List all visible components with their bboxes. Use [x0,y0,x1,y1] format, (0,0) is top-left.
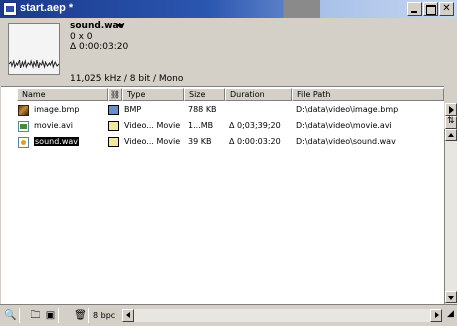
scroll-right-button[interactable] [430,309,442,322]
close-button[interactable]: ✕ [439,2,454,16]
horizontal-scrollbar[interactable] [122,309,442,322]
find-icon[interactable]: 🔍 [3,308,18,323]
item-duration: Δ 0:00:03:20 [229,137,281,146]
sound-file-icon [18,137,29,148]
bottom-toolbar: 🔍 🗀 ▣ 🗑 8 bpc [0,304,457,326]
resize-grip-icon[interactable]: ◢ [444,307,457,322]
scroll-left-button[interactable] [122,309,134,322]
item-path: D:\data\video\image.bmp [296,105,399,114]
item-duration: Δ 0;03;39;20 [229,121,281,130]
item-name: sound.wav [34,137,80,146]
project-icon [3,2,17,16]
item-type: Video... Movie [124,137,181,146]
bit-depth-button[interactable]: 8 bpc [93,308,115,323]
vertical-scrollbar[interactable] [444,129,457,304]
new-folder-icon[interactable]: 🗀 [28,308,43,323]
trash-icon[interactable]: 🗑 [73,308,88,323]
scroll-down-button[interactable] [445,291,457,303]
selected-item-dimensions: 0 x 0 [70,32,93,42]
item-size: 788 KB [188,105,217,114]
item-path: D:\data\video\movie.avi [296,121,392,130]
image-file-icon [18,105,29,116]
table-row[interactable]: sound.wav Video... Movie 39 KB Δ 0:00:03… [1,135,444,150]
preview-thumbnail [8,23,60,75]
selected-item-duration: Δ 0:00:03:20 [70,42,129,52]
new-composition-icon[interactable]: ▣ [43,308,58,323]
column-header-file-path[interactable]: File Path [292,88,444,101]
item-type: Video... Movie [124,121,181,130]
scroll-up-button[interactable] [445,129,457,141]
item-name-selected: sound.wav [34,137,80,146]
label-color-swatch[interactable] [108,121,119,131]
minimize-button[interactable] [407,2,422,16]
table-row[interactable]: movie.avi Video... Movie 1...MB Δ 0;03;3… [1,119,444,134]
item-type: BMP [124,105,142,114]
sort-toggle-button[interactable] [445,116,457,129]
item-name: image.bmp [34,105,80,114]
flowchart-icon[interactable]: ⛓ [108,88,122,101]
column-header-size[interactable]: Size [184,88,225,101]
label-color-swatch[interactable] [108,137,119,147]
column-header-type[interactable]: Type [122,88,184,101]
label-color-swatch[interactable] [108,105,119,115]
item-size: 1...MB [188,121,214,130]
column-header-duration[interactable]: Duration [225,88,292,101]
item-path: D:\data\video\sound.wav [296,137,396,146]
toolbar-divider [58,308,59,323]
waveform-icon [9,59,59,69]
window-title: start.aep * [20,2,74,14]
toolbar-divider [88,308,89,323]
item-name: movie.avi [34,121,73,130]
column-header-name[interactable]: Name [17,88,108,101]
table-row[interactable]: image.bmp BMP 788 KB D:\data\video\image… [1,103,444,118]
item-size: 39 KB [188,137,212,146]
maximize-button[interactable] [423,2,438,16]
chevron-down-icon[interactable] [116,24,124,28]
title-bar[interactable]: start.aep * ✕ [0,0,457,18]
project-items-table[interactable]: Name ⛓ Type Size Duration File Path imag… [1,86,444,304]
selected-item-specs: 11,025 kHz / 8 bit / Mono [70,74,184,84]
panel-menu-button[interactable] [445,103,457,116]
movie-file-icon [18,121,29,132]
toolbar-divider [19,308,20,323]
